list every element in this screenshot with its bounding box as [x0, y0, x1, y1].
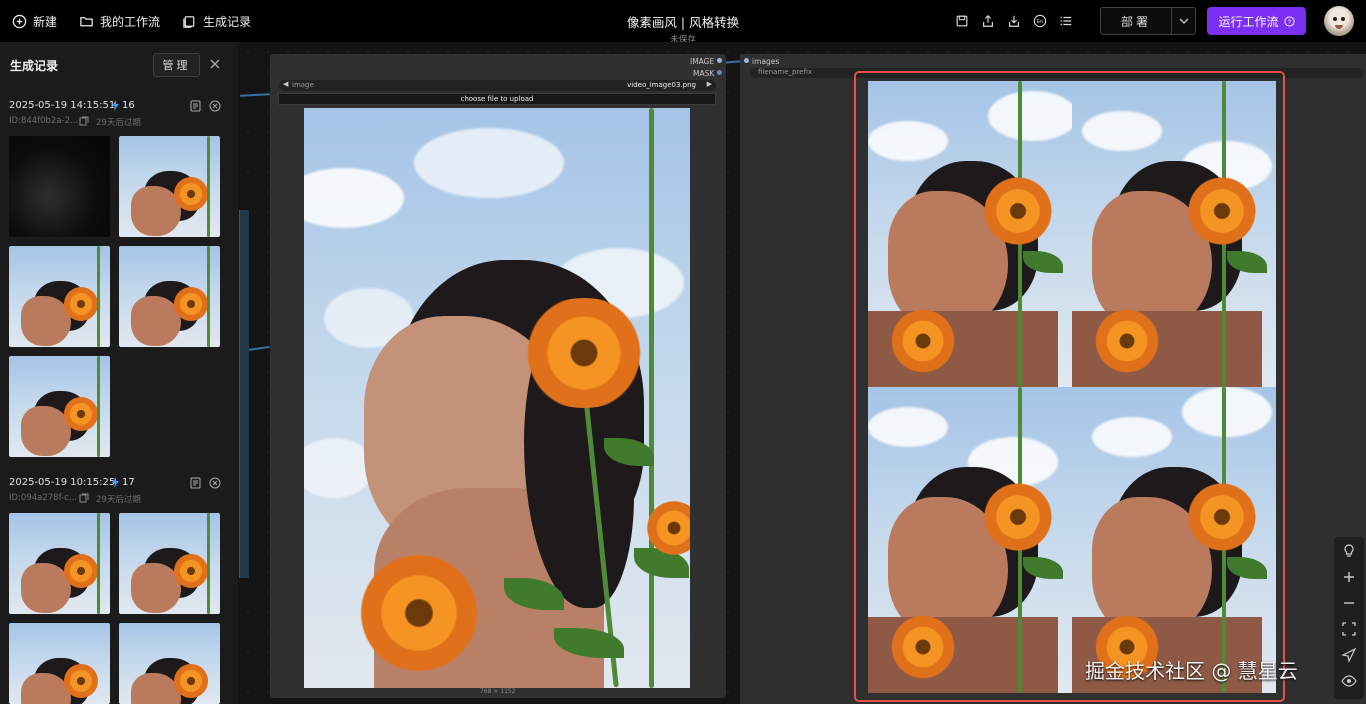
group-count-value: 17	[122, 477, 135, 488]
import-icon[interactable]	[1006, 13, 1022, 29]
document-icon[interactable]	[190, 100, 201, 112]
delete-icon[interactable]	[209, 477, 221, 489]
new-label: 新建	[33, 14, 58, 29]
history-button[interactable]: 生成记录	[182, 13, 251, 30]
history-thumb[interactable]	[9, 623, 110, 704]
output-image-port[interactable]	[717, 58, 722, 63]
history-thumb[interactable]	[119, 246, 220, 347]
zoom-out-icon[interactable]	[1341, 595, 1357, 611]
group-expiry: 29天后过期	[96, 495, 141, 505]
run-workflow-label: 运行工作流	[1218, 14, 1279, 29]
group-count-value: 16	[122, 100, 135, 111]
group-expiry: 29天后过期	[96, 118, 141, 128]
output-image-port-label: IMAGE	[690, 57, 715, 66]
history-thumb[interactable]	[9, 246, 110, 347]
export-icon[interactable]	[980, 13, 996, 29]
image-size-caption: 768 × 1152	[480, 688, 516, 695]
history-thumb[interactable]	[119, 513, 220, 614]
run-workflow-button[interactable]: 运行工作流 ?	[1207, 7, 1306, 35]
deploy-dropdown[interactable]	[1172, 7, 1196, 35]
sidebar-scrollbar[interactable]	[239, 210, 249, 578]
svg-text:En: En	[1037, 19, 1044, 25]
history-sidebar: 生成记录 管理 2025-05-19 14:15:51 16 ID:844f0b…	[0, 42, 238, 704]
history-thumb[interactable]	[119, 623, 220, 704]
eye-icon[interactable]	[1341, 673, 1357, 689]
sidebar-title: 生成记录	[10, 58, 59, 73]
history-thumb[interactable]	[119, 136, 220, 237]
group-id: ID:844f0b2a-2...	[9, 116, 79, 126]
input-images-port-label: images	[752, 57, 780, 66]
group-count: 16	[111, 100, 135, 111]
zoom-in-icon[interactable]	[1341, 569, 1357, 585]
output-mask-port[interactable]	[717, 70, 722, 75]
input-image-preview	[304, 108, 690, 688]
watermark: 掘金技术社区 @ 慧星云	[1085, 659, 1298, 683]
history-label: 生成记录	[203, 14, 252, 29]
my-workflows-label: 我的工作流	[100, 14, 161, 29]
svg-text:?: ?	[1287, 18, 1291, 25]
list-icon[interactable]	[1058, 13, 1074, 29]
arrow-right-icon[interactable]: ▶	[707, 80, 712, 88]
lightning-icon	[112, 477, 119, 488]
save-icon[interactable]	[954, 13, 970, 29]
deploy-button[interactable]: 部署	[1100, 7, 1172, 35]
manage-button[interactable]: 管理	[153, 53, 200, 77]
history-thumb[interactable]	[9, 513, 110, 614]
filename-prefix-label: filename_prefix	[758, 68, 813, 76]
lightbulb-icon[interactable]	[1341, 543, 1357, 559]
group-id: ID:094a278f-c...	[9, 493, 77, 503]
history-thumb[interactable]	[9, 136, 110, 237]
help-icon: ?	[1283, 15, 1295, 27]
arrow-left-icon[interactable]: ◀	[283, 80, 288, 88]
lightning-icon	[112, 100, 119, 111]
output-mask-port-label: MASK	[693, 69, 715, 78]
group-date: 2025-05-19 10:15:25	[9, 477, 116, 488]
plus-circle-icon	[12, 14, 27, 28]
history-thumb[interactable]	[9, 356, 110, 457]
group-count: 17	[111, 477, 135, 488]
my-workflows-button[interactable]: 我的工作流	[79, 13, 160, 30]
upload-button[interactable]: choose file to upload	[278, 93, 716, 105]
document-icon[interactable]	[190, 477, 201, 489]
copy-icon[interactable]	[79, 493, 89, 503]
close-icon[interactable]	[208, 57, 222, 71]
copy-icon[interactable]	[79, 116, 89, 126]
fit-view-icon[interactable]	[1341, 621, 1357, 637]
image-widget-value: video_image03.png	[627, 81, 696, 89]
output-selection-frame	[854, 71, 1285, 702]
image-select-widget[interactable]: ◀ image video_image03.png ▶	[279, 80, 716, 91]
delete-icon[interactable]	[209, 100, 221, 112]
image-widget-label: image	[292, 81, 314, 89]
group-date: 2025-05-19 14:15:51	[9, 100, 116, 111]
user-avatar[interactable]	[1324, 6, 1354, 36]
navigate-icon[interactable]	[1341, 647, 1357, 663]
folder-icon	[80, 16, 93, 26]
chevron-down-icon	[1179, 18, 1188, 24]
new-button[interactable]: 新建	[12, 13, 57, 30]
input-images-port[interactable]	[744, 58, 749, 63]
history-icon	[183, 15, 195, 28]
canvas-toolbar	[1334, 537, 1364, 699]
language-icon[interactable]: En	[1032, 13, 1048, 29]
top-bar: 新建 我的工作流 生成记录 像素画风 | 风格转换 未保存 En 部署 运行工作…	[0, 0, 1366, 45]
